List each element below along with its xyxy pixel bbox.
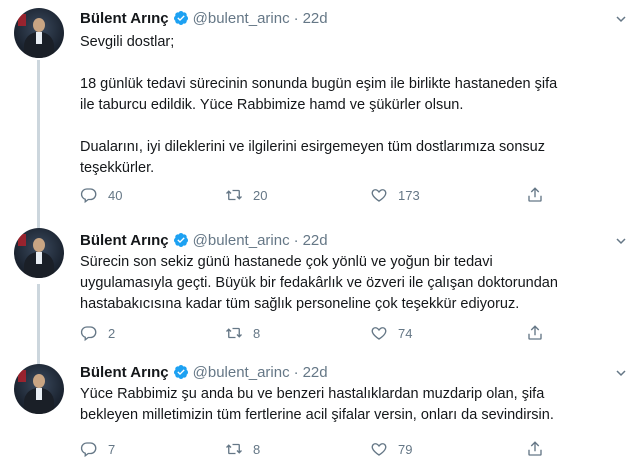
- reply-count: 2: [108, 325, 116, 341]
- text-line: Dualarını, iyi dileklerini ve ilgilerini…: [80, 139, 545, 155]
- author-name[interactable]: Bülent Arınç: [80, 10, 169, 27]
- author-handle[interactable]: @bulent_arinc: [193, 10, 290, 27]
- separator-dot: ·: [293, 363, 299, 381]
- reply-icon: [80, 326, 97, 342]
- text-line: bekleyen milletimizin tüm fertlerine aci…: [80, 407, 554, 423]
- tweet-text: Sürecin son sekiz günü hastanede çok yön…: [80, 252, 630, 315]
- author-name[interactable]: Bülent Arınç: [80, 364, 169, 381]
- tweet[interactable]: Bülent Arınç @bulent_arinc · 22d Sevgili…: [0, 0, 640, 220]
- tweet-time[interactable]: 22d: [303, 232, 328, 249]
- reply-button[interactable]: 2: [80, 324, 115, 342]
- tweet[interactable]: Bülent Arınç @bulent_arinc · 22d Yüce Ra…: [0, 356, 640, 463]
- author-name[interactable]: Bülent Arınç: [80, 232, 169, 249]
- tweet[interactable]: Bülent Arınç @bulent_arinc · 22d Sürecin…: [0, 220, 640, 356]
- text-line: Sürecin son sekiz günü hastanede çok yön…: [80, 254, 493, 270]
- like-count: 173: [398, 187, 420, 203]
- like-button[interactable]: 74: [370, 324, 412, 342]
- retweet-button[interactable]: 8: [225, 324, 260, 342]
- chevron-down-icon[interactable]: [616, 236, 626, 246]
- reply-count: 40: [108, 187, 123, 203]
- avatar[interactable]: [14, 8, 64, 58]
- like-count: 74: [398, 325, 413, 341]
- share-button[interactable]: [526, 186, 554, 204]
- verified-badge-icon: [173, 11, 188, 25]
- retweet-count: 20: [253, 187, 268, 203]
- reply-button[interactable]: 7: [80, 440, 115, 458]
- tweet-time[interactable]: 22d: [303, 10, 328, 27]
- text-line: Sevgili dostlar;: [80, 34, 175, 50]
- reply-icon: [80, 442, 97, 458]
- text-line: Yüce Rabbimiz şu anda bu ve benzeri hast…: [80, 386, 545, 402]
- separator-dot: ·: [293, 9, 299, 27]
- retweet-icon: [226, 443, 242, 455]
- avatar[interactable]: [14, 364, 64, 414]
- tweet-text: Sevgili dostlar; 18 günlük tedavi süreci…: [80, 32, 630, 179]
- heart-icon: [371, 189, 387, 202]
- tweet-time[interactable]: 22d: [303, 364, 328, 381]
- tweet-text: Yüce Rabbimiz şu anda bu ve benzeri hast…: [80, 384, 630, 426]
- share-icon: [528, 441, 542, 456]
- retweet-button[interactable]: 20: [225, 186, 267, 204]
- retweet-count: 8: [253, 441, 261, 457]
- like-button[interactable]: 79: [370, 440, 412, 458]
- heart-icon: [371, 443, 387, 456]
- like-count: 79: [398, 441, 413, 457]
- chevron-down-icon[interactable]: [616, 368, 626, 378]
- text-line: teşekkürler.: [80, 160, 155, 176]
- tweet-actions: 40 20 173: [80, 186, 600, 206]
- tweet-header: Bülent Arınç @bulent_arinc · 22d: [80, 362, 328, 382]
- tweet-header: Bülent Arınç @bulent_arinc · 22d: [80, 230, 328, 250]
- retweet-icon: [226, 189, 242, 201]
- author-handle[interactable]: @bulent_arinc: [193, 364, 290, 381]
- reply-button[interactable]: 40: [80, 186, 122, 204]
- share-icon: [528, 325, 542, 340]
- reply-icon: [80, 188, 97, 204]
- verified-badge-icon: [173, 233, 188, 247]
- tweet-actions: 2 8 74: [80, 324, 600, 344]
- share-button[interactable]: [526, 440, 554, 458]
- share-icon: [528, 187, 542, 202]
- heart-icon: [371, 327, 387, 340]
- separator-dot: ·: [293, 231, 299, 249]
- tweet-actions: 7 8 79: [80, 440, 600, 460]
- text-line: uygulamasıyla geçti. Büyük bir fedakârlı…: [80, 275, 558, 291]
- tweet-header: Bülent Arınç @bulent_arinc · 22d: [80, 8, 328, 28]
- retweet-icon: [226, 327, 242, 339]
- avatar[interactable]: [14, 228, 64, 278]
- reply-count: 7: [108, 441, 116, 457]
- verified-badge-icon: [173, 365, 188, 379]
- text-line: ile taburcu edildik. Yüce Rabbimize hamd…: [80, 97, 464, 113]
- retweet-button[interactable]: 8: [225, 440, 260, 458]
- like-button[interactable]: 173: [370, 186, 420, 204]
- share-button[interactable]: [526, 324, 554, 342]
- author-handle[interactable]: @bulent_arinc: [193, 232, 290, 249]
- text-line: hastabakıcısına kadar tüm sağlık persone…: [80, 296, 520, 312]
- chevron-down-icon[interactable]: [616, 14, 626, 24]
- text-line: 18 günlük tedavi sürecinin sonunda bugün…: [80, 76, 558, 92]
- retweet-count: 8: [253, 325, 261, 341]
